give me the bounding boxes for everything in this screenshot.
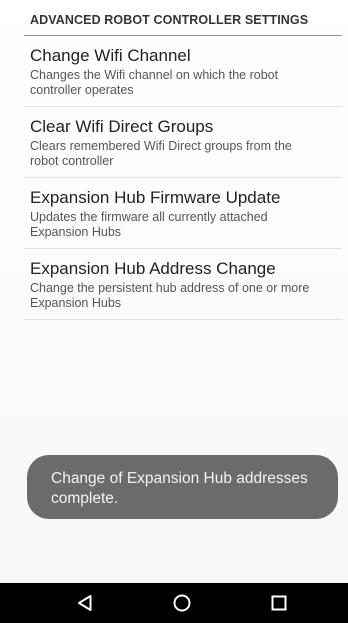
pref-title: Expansion Hub Firmware Update [30,188,281,207]
recents-square-icon [271,595,287,611]
pref-summary: Change the persistent hub address of one… [30,281,310,310]
pref-title: Clear Wifi Direct Groups [30,117,214,136]
toast-message: Change of Expansion Hub addresses comple… [27,455,338,519]
back-button[interactable] [55,583,115,623]
pref-summary: Clears remembered Wifi Direct groups fro… [30,139,292,168]
home-button[interactable] [152,583,212,623]
section-header: ADVANCED ROBOT CONTROLLER SETTINGS [30,13,309,27]
pref-expansion-hub-address-change[interactable]: Expansion Hub Address Change Change the … [24,249,342,320]
toast-text: Change of Expansion Hub addresses comple… [51,470,308,507]
pref-summary: Changes the Wifi channel on which the ro… [30,68,279,97]
pref-clear-wifi-direct-groups[interactable]: Clear Wifi Direct Groups Clears remember… [24,107,342,178]
home-circle-icon [173,594,191,612]
settings-screen: ADVANCED ROBOT CONTROLLER SETTINGS Chang… [0,0,348,623]
preference-list: Change Wifi Channel Changes the Wifi cha… [24,36,342,320]
pref-title: Change Wifi Channel [30,46,191,65]
pref-change-wifi-channel[interactable]: Change Wifi Channel Changes the Wifi cha… [24,36,342,107]
pref-title: Expansion Hub Address Change [30,259,276,278]
back-triangle-icon [78,595,92,611]
pref-summary: Updates the firmware all currently attac… [30,210,268,239]
recents-button[interactable] [249,583,309,623]
pref-expansion-hub-firmware-update[interactable]: Expansion Hub Firmware Update Updates th… [24,178,342,249]
navigation-bar [0,583,348,623]
